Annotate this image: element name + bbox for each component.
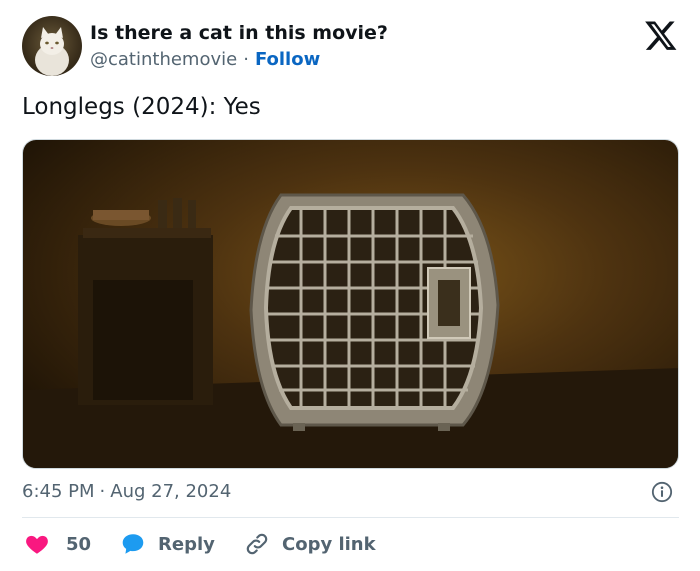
display-name[interactable]: Is there a cat in this movie? — [90, 22, 388, 44]
link-icon — [246, 533, 268, 555]
reply-button[interactable]: Reply — [120, 528, 215, 560]
pet-carrier-still-image — [23, 140, 678, 468]
action-bar: 50 Reply Copy link — [22, 528, 679, 560]
separator-dot: · — [99, 481, 106, 502]
divider — [22, 517, 679, 518]
tweet-date: Aug 27, 2024 — [110, 481, 232, 502]
tweet-text: Longlegs (2024): Yes — [22, 94, 261, 120]
copy-link-label: Copy link — [282, 533, 376, 555]
speech-bubble-icon — [122, 534, 144, 554]
tweet-header: Is there a cat in this movie? @catinthem… — [22, 16, 682, 78]
separator-dot: · — [243, 49, 249, 70]
avatar[interactable] — [22, 16, 82, 76]
reply-label: Reply — [158, 533, 215, 555]
heart-icon — [26, 535, 48, 554]
like-button[interactable]: 50 — [24, 528, 91, 560]
handle-row: @catinthemovie · Follow — [90, 49, 320, 70]
handle[interactable]: @catinthemovie — [90, 49, 237, 70]
x-logo-icon[interactable] — [644, 18, 678, 52]
follow-button[interactable]: Follow — [255, 49, 320, 70]
copy-link-button[interactable]: Copy link — [244, 528, 376, 560]
info-icon[interactable] — [651, 481, 673, 503]
like-count: 50 — [66, 533, 92, 555]
tweet-time: 6:45 PM — [22, 481, 95, 502]
white-cat-avatar-icon — [35, 27, 69, 76]
tweet-timestamp[interactable]: 6:45 PM · Aug 27, 2024 — [22, 481, 231, 502]
tweet-media[interactable] — [22, 139, 679, 469]
